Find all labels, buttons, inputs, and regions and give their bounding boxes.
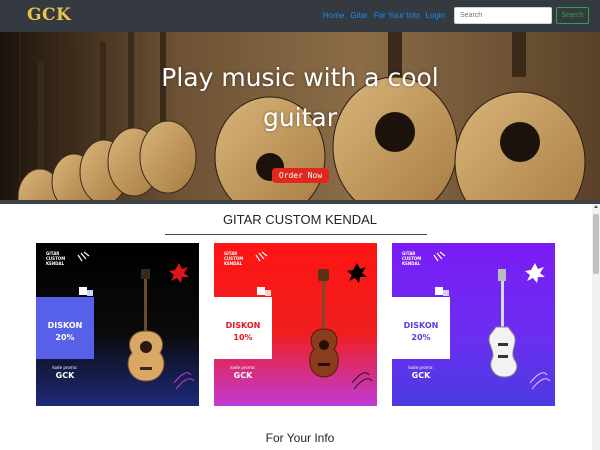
promo-card-acoustic[interactable]: GITAR CUSTOM KENDAL DISKON 20% kode prom… — [36, 243, 199, 406]
hero-title: Play music with a cool guitar — [161, 63, 439, 132]
search-button[interactable]: Search — [556, 7, 589, 24]
promo-card-electric[interactable]: GITAR CUSTOM KENDAL DISKON 20% kode prom… — [392, 243, 555, 406]
navbar: GCK Home Gitar For Your Info Login Search — [0, 0, 600, 32]
nav-link-gitar[interactable]: Gitar — [350, 11, 367, 20]
info-section-title: For Your Info — [265, 431, 335, 445]
card-promo-code: GCK — [55, 371, 75, 380]
card-discount-value: 20% — [411, 333, 431, 342]
nav-links: Home Gitar For Your Info Login — [323, 11, 451, 20]
card-discount-label: DISKON — [47, 321, 83, 330]
card-discount: DISKON 20% — [392, 320, 450, 344]
nav-link-home[interactable]: Home — [323, 11, 344, 20]
card-promo-label: kode promo: — [408, 365, 434, 370]
order-now-button[interactable]: Order Now — [272, 168, 329, 183]
search-input[interactable] — [454, 7, 552, 24]
scroll-up-icon[interactable] — [594, 205, 598, 208]
section-title: GITAR CUSTOM KENDAL — [222, 212, 378, 227]
hero-divider — [0, 200, 600, 204]
card-discount: DISKON 20% — [36, 320, 94, 344]
brand-logo[interactable]: GCK — [27, 5, 71, 25]
nav-link-login[interactable]: Login — [426, 11, 446, 20]
card-discount-value: 10% — [233, 333, 253, 342]
card-discount-value: 20% — [55, 333, 75, 342]
card-promo-label: kode promo: — [230, 365, 256, 370]
card-promo-code: GCK — [411, 371, 431, 380]
card-discount: DISKON 10% — [214, 320, 272, 344]
nav-link-info[interactable]: For Your Info — [374, 11, 420, 20]
card-promo-code: GCK — [233, 371, 253, 380]
hero-banner: Play music with a cool guitar Order Now — [0, 32, 600, 200]
promo-card-ukulele[interactable]: GITAR CUSTOM KENDAL DISKON 10% kode prom… — [214, 243, 377, 406]
card-promo-label: kode promo: — [52, 365, 78, 370]
card-discount-label: DISKON — [403, 321, 439, 330]
card-discount-label: DISKON — [225, 321, 261, 330]
section-divider — [165, 234, 427, 235]
